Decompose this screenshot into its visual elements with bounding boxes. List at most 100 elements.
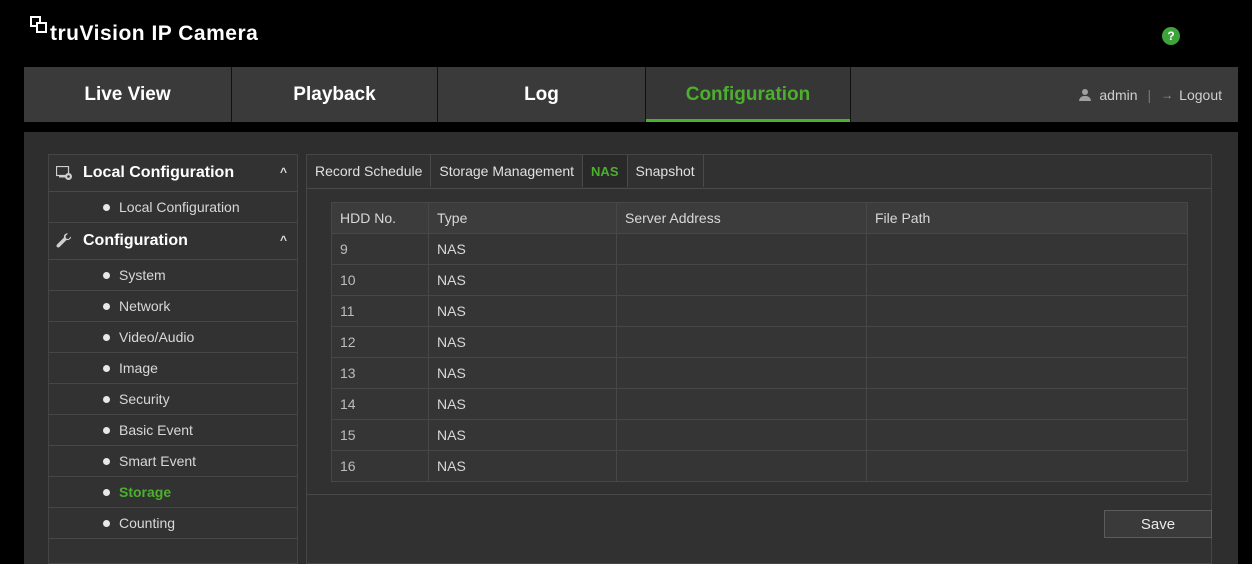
file-path-cell[interactable] <box>866 295 1188 327</box>
hdd-no-cell: 10 <box>331 264 429 296</box>
server-address-cell[interactable] <box>616 419 867 451</box>
col-hdd-no: HDD No. <box>331 202 429 234</box>
col-type: Type <box>428 202 617 234</box>
table-row: 15 NAS <box>331 419 1188 451</box>
hdd-no-cell: 16 <box>331 450 429 482</box>
server-address-cell[interactable] <box>616 357 867 389</box>
sidebar-group-local-configuration[interactable]: Local Configuration ^ <box>49 155 297 192</box>
bullet-icon <box>103 519 110 527</box>
bullet-icon <box>103 395 110 403</box>
file-path-cell[interactable] <box>866 450 1188 482</box>
sidebar-item-label: Smart Event <box>119 453 197 469</box>
table-row: 13 NAS <box>331 357 1188 389</box>
server-address-cell[interactable] <box>616 388 867 420</box>
wrench-icon <box>55 233 73 249</box>
sidebar-group-label: Configuration <box>83 232 188 249</box>
tab-configuration[interactable]: Configuration <box>646 67 851 122</box>
tab-playback[interactable]: Playback <box>232 67 438 122</box>
bullet-icon <box>103 457 110 465</box>
col-file-path: File Path <box>866 202 1188 234</box>
sidebar-item-basic-event[interactable]: Basic Event <box>49 415 297 446</box>
hdd-no-cell: 9 <box>331 233 429 265</box>
bullet-icon <box>103 302 110 310</box>
hdd-no-cell: 15 <box>331 419 429 451</box>
sidebar-item-storage[interactable]: Storage <box>49 477 297 508</box>
bullet-icon <box>103 333 110 341</box>
sidebar-item-counting[interactable]: Counting <box>49 508 297 539</box>
sidebar-item-label: Video/Audio <box>119 329 195 345</box>
sidebar-group-configuration[interactable]: Configuration ^ <box>49 223 297 260</box>
table-row: 12 NAS <box>331 326 1188 358</box>
tab-record-schedule[interactable]: Record Schedule <box>307 155 432 187</box>
sidebar-item-label: Counting <box>119 515 176 531</box>
brand: truVision IP Camera <box>30 8 258 48</box>
sidebar-item-video-audio[interactable]: Video/Audio <box>49 322 297 353</box>
hdd-no-cell: 12 <box>331 326 429 358</box>
sidebar-item-security[interactable]: Security <box>49 384 297 415</box>
sidebar: Local Configuration ^ Local Configuratio… <box>48 154 298 564</box>
bullet-icon <box>103 203 110 211</box>
server-address-cell[interactable] <box>616 233 867 265</box>
server-address-cell[interactable] <box>616 295 867 327</box>
sidebar-item-label: Image <box>119 360 158 376</box>
sidebar-item-label: Security <box>119 391 170 407</box>
help-icon[interactable]: ? <box>1162 27 1180 45</box>
user-icon <box>1079 88 1092 101</box>
sidebar-item-label: System <box>119 267 166 283</box>
sidebar-item-image[interactable]: Image <box>49 353 297 384</box>
sidebar-item-network[interactable]: Network <box>49 291 297 322</box>
file-path-cell[interactable] <box>866 419 1188 451</box>
table-row: 9 NAS <box>331 233 1188 265</box>
collapse-caret-icon[interactable]: ^ <box>280 233 287 247</box>
nas-table: HDD No. Type Server Address File Path 9 … <box>331 202 1188 482</box>
table-row: 16 NAS <box>331 450 1188 482</box>
tab-snapshot[interactable]: Snapshot <box>628 155 704 187</box>
table-row: 11 NAS <box>331 295 1188 327</box>
tab-storage-management[interactable]: Storage Management <box>431 155 584 187</box>
type-cell: NAS <box>428 295 617 327</box>
tab-live-view[interactable]: Live View <box>24 67 232 122</box>
user-area: admin | → Logout <box>851 67 1238 122</box>
sidebar-item-local-configuration[interactable]: Local Configuration <box>49 192 297 223</box>
bullet-icon <box>103 488 110 496</box>
save-button[interactable]: Save <box>1104 510 1212 538</box>
hdd-no-cell: 11 <box>331 295 429 327</box>
sidebar-item-label: Basic Event <box>119 422 193 438</box>
server-address-cell[interactable] <box>616 264 867 296</box>
local-config-icon <box>55 165 73 181</box>
logout-icon[interactable]: → <box>1161 88 1173 102</box>
type-cell: NAS <box>428 419 617 451</box>
tab-nas[interactable]: NAS <box>583 155 628 187</box>
table-header-row: HDD No. Type Server Address File Path <box>331 202 1188 234</box>
table-row: 10 NAS <box>331 264 1188 296</box>
file-path-cell[interactable] <box>866 264 1188 296</box>
type-cell: NAS <box>428 388 617 420</box>
sidebar-item-smart-event[interactable]: Smart Event <box>49 446 297 477</box>
bullet-icon <box>103 426 110 434</box>
logout-link[interactable]: Logout <box>1179 87 1222 103</box>
sidebar-item-system[interactable]: System <box>49 260 297 291</box>
server-address-cell[interactable] <box>616 326 867 358</box>
col-server-address: Server Address <box>616 202 867 234</box>
bullet-icon <box>103 364 110 372</box>
type-cell: NAS <box>428 326 617 358</box>
tab-log[interactable]: Log <box>438 67 646 122</box>
sidebar-item-label: Storage <box>119 484 172 500</box>
logo-icon <box>30 16 48 34</box>
user-separator: | <box>1147 86 1152 103</box>
file-path-cell[interactable] <box>866 388 1188 420</box>
app-title: truVision IP Camera <box>50 22 259 45</box>
sidebar-item-label: Local Configuration <box>119 199 240 215</box>
hdd-no-cell: 14 <box>331 388 429 420</box>
storage-subtabs: Record Schedule Storage Management NAS S… <box>307 155 1211 189</box>
type-cell: NAS <box>428 264 617 296</box>
server-address-cell[interactable] <box>616 450 867 482</box>
file-path-cell[interactable] <box>866 357 1188 389</box>
table-row: 14 NAS <box>331 388 1188 420</box>
file-path-cell[interactable] <box>866 233 1188 265</box>
collapse-caret-icon[interactable]: ^ <box>280 165 287 179</box>
divider <box>307 494 1211 495</box>
hdd-no-cell: 13 <box>331 357 429 389</box>
sidebar-item-label: Network <box>119 298 171 314</box>
file-path-cell[interactable] <box>866 326 1188 358</box>
